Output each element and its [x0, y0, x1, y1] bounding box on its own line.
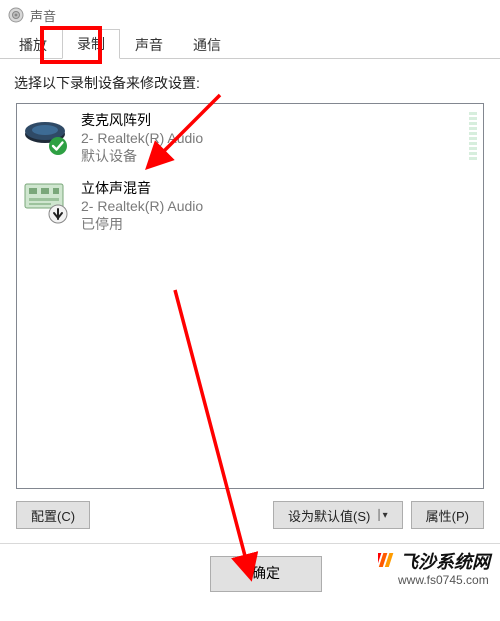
instruction-text: 选择以下录制设备来修改设置:	[0, 59, 500, 103]
device-text: 麦克风阵列 2- Realtek(R) Audio 默认设备	[81, 110, 203, 166]
tab-strip: 播放 录制 声音 通信	[0, 30, 500, 59]
recording-device-list[interactable]: 麦克风阵列 2- Realtek(R) Audio 默认设备	[16, 103, 484, 489]
device-item[interactable]: 麦克风阵列 2- Realtek(R) Audio 默认设备	[17, 104, 483, 172]
configure-button[interactable]: 配置(C)	[16, 501, 90, 529]
device-sub: 2- Realtek(R) Audio	[81, 198, 203, 214]
dropdown-split-icon: │▾	[376, 510, 387, 521]
device-status: 默认设备	[81, 146, 203, 166]
speaker-icon	[8, 7, 24, 23]
device-sub: 2- Realtek(R) Audio	[81, 130, 203, 146]
device-name: 麦克风阵列	[81, 110, 203, 130]
tab-playback[interactable]: 播放	[4, 30, 62, 59]
tab-communications[interactable]: 通信	[178, 30, 236, 59]
device-name: 立体声混音	[81, 178, 203, 198]
titlebar: 声音	[0, 0, 500, 30]
dialog-footer: 确定	[0, 544, 500, 592]
window-title: 声音	[30, 6, 56, 25]
device-item[interactable]: 立体声混音 2- Realtek(R) Audio 已停用	[17, 172, 483, 240]
microphone-array-icon	[23, 110, 69, 156]
input-level-meter	[469, 112, 477, 160]
tab-recording[interactable]: 录制	[62, 29, 120, 59]
properties-button[interactable]: 属性(P)	[411, 501, 484, 529]
stereo-mix-icon	[23, 178, 69, 224]
device-text: 立体声混音 2- Realtek(R) Audio 已停用	[81, 178, 203, 234]
set-default-button[interactable]: 设为默认值(S) │▾	[273, 501, 403, 529]
device-status: 已停用	[81, 214, 203, 234]
sound-dialog: 声音 播放 录制 声音 通信 选择以下录制设备来修改设置:	[0, 0, 500, 621]
ok-button[interactable]: 确定	[210, 556, 322, 592]
device-button-row: 配置(C) 设为默认值(S) │▾ 属性(P)	[0, 489, 500, 529]
tab-sounds[interactable]: 声音	[120, 30, 178, 59]
